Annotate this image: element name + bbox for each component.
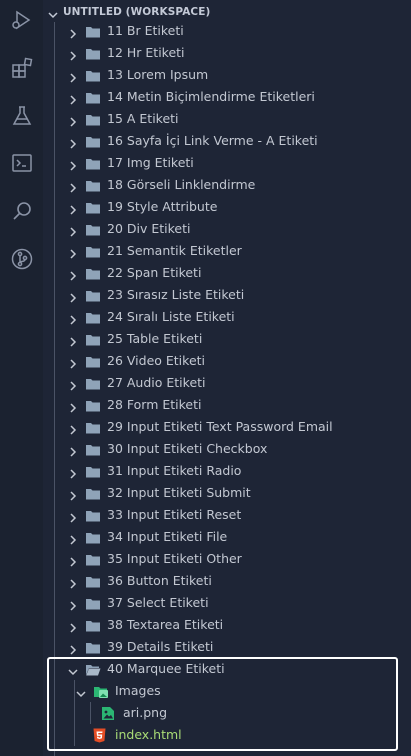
terminal-icon[interactable]: [0, 143, 43, 183]
tree-folder[interactable]: 27 Audio Etiketi: [43, 372, 411, 394]
folder-icon: [85, 420, 101, 439]
tree-folder-label: 39 Details Etiketi: [107, 639, 214, 654]
tree-folder-label: 16 Sayfa İçi Link Verme - A Etiketi: [107, 133, 318, 148]
tree-folder[interactable]: 24 Sıralı Liste Etiketi: [43, 306, 411, 328]
tree-folder-label: 36 Button Etiketi: [107, 573, 212, 588]
tree-folder-label: 38 Textarea Etiketi: [107, 617, 224, 632]
folder-icon: [85, 552, 101, 571]
folder-icon: [85, 178, 101, 197]
tree-folder[interactable]: 16 Sayfa İçi Link Verme - A Etiketi: [43, 130, 411, 152]
tree-folder[interactable]: 35 Input Etiketi Other: [43, 548, 411, 570]
tree-folder-label: 18 Görseli Linklendirme: [107, 177, 256, 192]
tree-folder[interactable]: 20 Div Etiketi: [43, 218, 411, 240]
tree-folder-label: 31 Input Etiketi Radio: [107, 463, 242, 478]
tree-folder-label: 30 Input Etiketi Checkbox: [107, 441, 268, 456]
tree-folder[interactable]: 30 Input Etiketi Checkbox: [43, 438, 411, 460]
folder-icon: [85, 68, 101, 87]
folder-icon: [85, 200, 101, 219]
tree-folder[interactable]: 38 Textarea Etiketi: [43, 614, 411, 636]
tree-folder[interactable]: 13 Lorem Ipsum: [43, 64, 411, 86]
tree-folder[interactable]: 39 Details Etiketi: [43, 636, 411, 658]
tree-folder-label: 17 Img Etiketi: [107, 155, 194, 170]
workspace-title: UNTITLED (WORKSPACE): [63, 6, 211, 18]
folder-icon: [85, 222, 101, 241]
folder-icon: [85, 134, 101, 153]
tree-folder-label: 32 Input Etiketi Submit: [107, 485, 251, 500]
tree-folder[interactable]: 12 Hr Etiketi: [43, 42, 411, 64]
source-control-icon[interactable]: [0, 239, 43, 279]
folder-icon: [85, 156, 101, 175]
folder-icon: [85, 442, 101, 461]
explorer-sidebar: UNTITLED (WORKSPACE) 11 Br Etiketi 12 Hr …: [43, 0, 411, 756]
selection-highlight-box: [47, 657, 398, 751]
tree-folder-label: 13 Lorem Ipsum: [107, 67, 209, 82]
tree-folder[interactable]: 29 Input Etiketi Text Password Email: [43, 416, 411, 438]
tree-folder-label: 21 Semantik Etiketler: [107, 243, 242, 258]
tree-folder-label: 20 Div Etiketi: [107, 221, 191, 236]
tree-folder[interactable]: 36 Button Etiketi: [43, 570, 411, 592]
tree-folder[interactable]: 26 Video Etiketi: [43, 350, 411, 372]
tree-folder-label: 27 Audio Etiketi: [107, 375, 206, 390]
tree-folder[interactable]: 28 Form Etiketi: [43, 394, 411, 416]
tree-folder-label: 11 Br Etiketi: [107, 23, 184, 38]
tree-folder-label: 33 Input Etiketi Reset: [107, 507, 242, 522]
folder-icon: [85, 354, 101, 373]
tree-folder-label: 34 Input Etiketi File: [107, 529, 228, 544]
tree-folder-label: 23 Sırasız Liste Etiketi: [107, 287, 245, 302]
tree-folder-label: 29 Input Etiketi Text Password Email: [107, 419, 333, 434]
tree-folder[interactable]: 22 Span Etiketi: [43, 262, 411, 284]
folder-icon: [85, 486, 101, 505]
folder-icon: [85, 24, 101, 43]
tree-folder[interactable]: 25 Table Etiketi: [43, 328, 411, 350]
folder-icon: [85, 596, 101, 615]
tree-folder-label: 24 Sıralı Liste Etiketi: [107, 309, 235, 324]
tree-folder[interactable]: 19 Style Attribute: [43, 196, 411, 218]
folder-icon: [85, 112, 101, 131]
tree-folder-label: 15 A Etiketi: [107, 111, 179, 126]
tree-folder[interactable]: 33 Input Etiketi Reset: [43, 504, 411, 526]
testing-flask-icon[interactable]: [0, 96, 43, 136]
tree-folder[interactable]: 15 A Etiketi: [43, 108, 411, 130]
extensions-icon[interactable]: [0, 48, 43, 88]
run-debug-icon[interactable]: [0, 0, 43, 40]
folder-icon: [85, 464, 101, 483]
folder-icon: [85, 618, 101, 637]
folder-icon: [85, 530, 101, 549]
tree-folder-label: 19 Style Attribute: [107, 199, 218, 214]
folder-icon: [85, 46, 101, 65]
folder-icon: [85, 398, 101, 417]
folder-icon: [85, 244, 101, 263]
tree-folder[interactable]: 37 Select Etiketi: [43, 592, 411, 614]
activity-bar: [0, 0, 43, 756]
folder-icon: [85, 376, 101, 395]
folder-icon: [85, 508, 101, 527]
tree-folder[interactable]: 18 Görseli Linklendirme: [43, 174, 411, 196]
tree-folder-label: 35 Input Etiketi Other: [107, 551, 242, 566]
folder-icon: [85, 288, 101, 307]
tree-folder[interactable]: 23 Sırasız Liste Etiketi: [43, 284, 411, 306]
tree-folder[interactable]: 32 Input Etiketi Submit: [43, 482, 411, 504]
tree-folder-label: 37 Select Etiketi: [107, 595, 209, 610]
tree-folder-label: 26 Video Etiketi: [107, 353, 206, 368]
folder-icon: [85, 574, 101, 593]
tree-folder-label: 22 Span Etiketi: [107, 265, 202, 280]
tree-folder[interactable]: 21 Semantik Etiketler: [43, 240, 411, 262]
folder-icon: [85, 310, 101, 329]
tree-folder[interactable]: 11 Br Etiketi: [43, 20, 411, 42]
tree-folder-label: 14 Metin Biçimlendirme Etiketleri: [107, 89, 315, 104]
search-icon[interactable]: [0, 191, 43, 231]
tree-folder-label: 25 Table Etiketi: [107, 331, 203, 346]
folder-icon: [85, 90, 101, 109]
tree-folder-label: 12 Hr Etiketi: [107, 45, 185, 60]
folder-icon: [85, 266, 101, 285]
tree-folder-label: 28 Form Etiketi: [107, 397, 202, 412]
tree-folder[interactable]: 34 Input Etiketi File: [43, 526, 411, 548]
tree-folder[interactable]: 17 Img Etiketi: [43, 152, 411, 174]
tree-folder[interactable]: 14 Metin Biçimlendirme Etiketleri: [43, 86, 411, 108]
folder-icon: [85, 332, 101, 351]
tree-folder[interactable]: 31 Input Etiketi Radio: [43, 460, 411, 482]
